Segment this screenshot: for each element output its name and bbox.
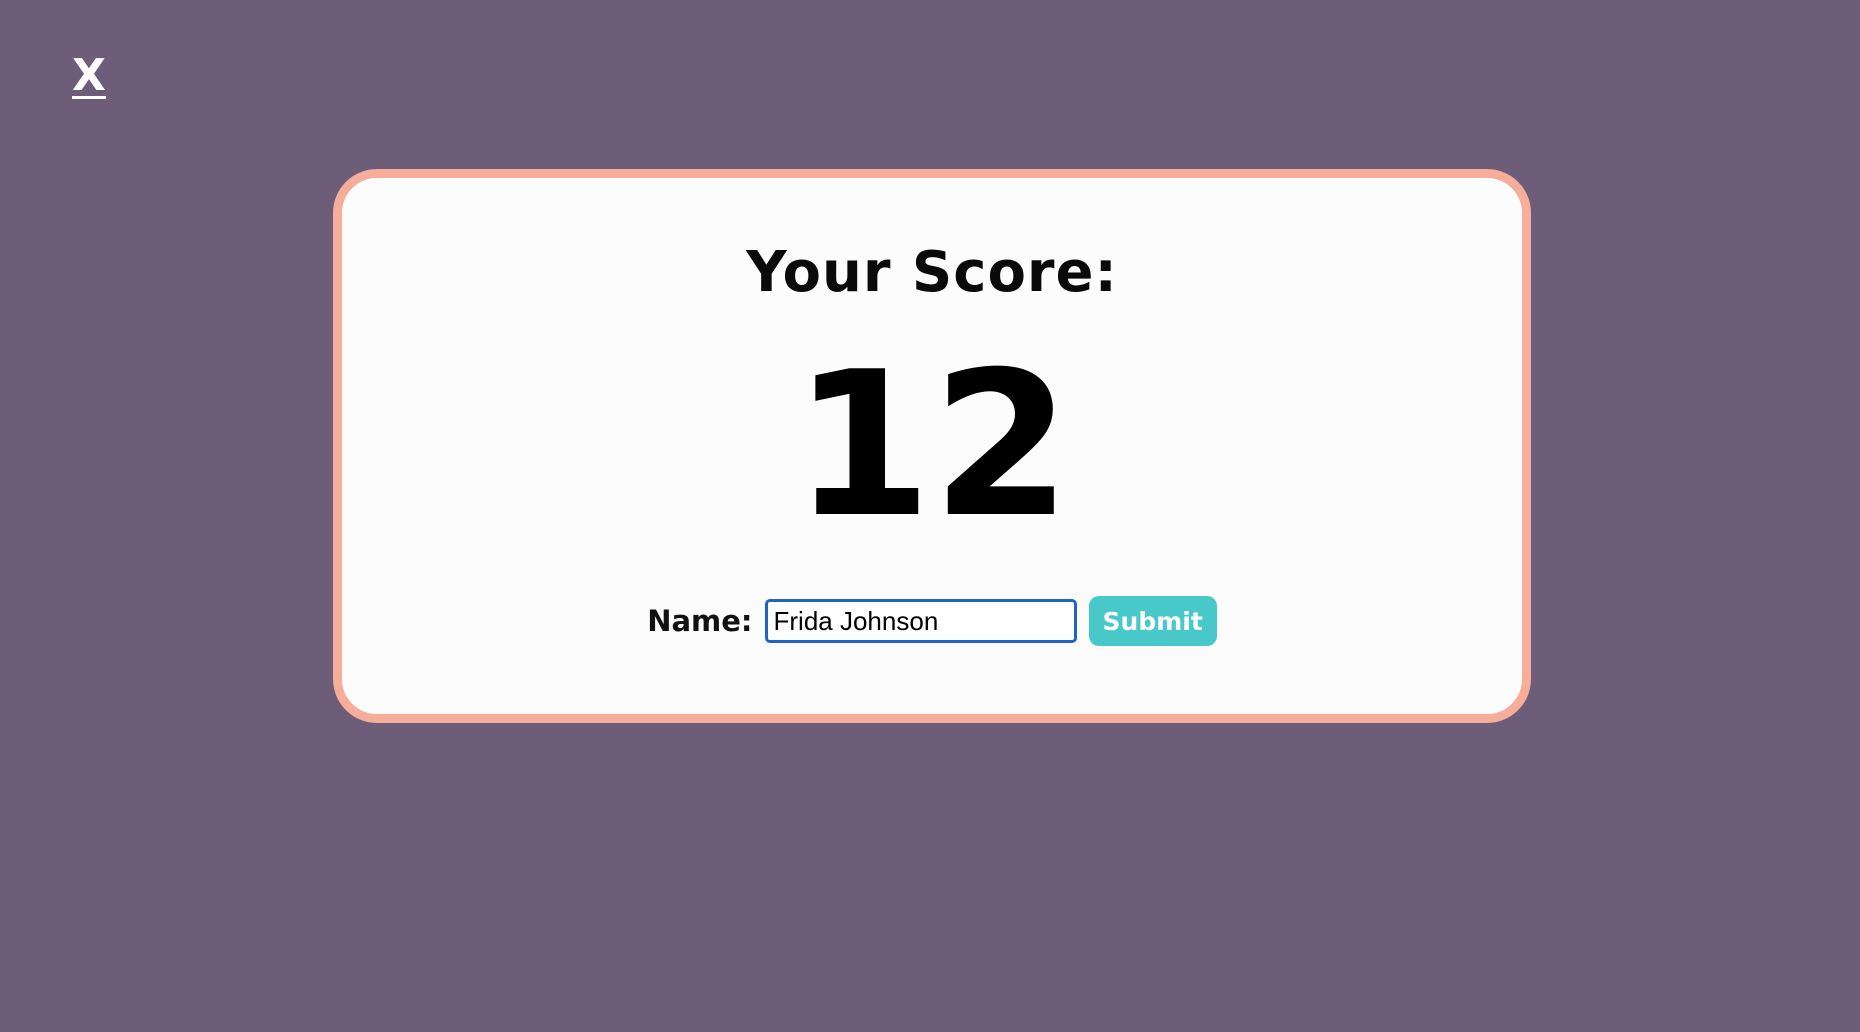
close-button[interactable]: X bbox=[72, 50, 106, 102]
name-label: Name: bbox=[647, 604, 753, 638]
score-card: Your Score: 12 Name: Submit bbox=[333, 169, 1531, 723]
name-form: Name: Submit bbox=[342, 596, 1522, 646]
score-heading: Your Score: bbox=[746, 240, 1118, 305]
name-input[interactable] bbox=[764, 599, 1077, 643]
score-value: 12 bbox=[792, 329, 1072, 562]
submit-button[interactable]: Submit bbox=[1088, 596, 1217, 646]
